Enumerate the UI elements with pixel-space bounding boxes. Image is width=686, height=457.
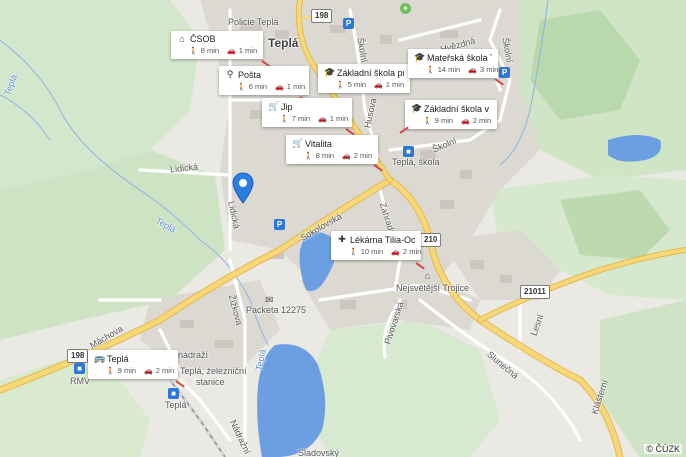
post-office-icon: ⚲	[226, 69, 234, 79]
walk-time: 9 min	[434, 116, 454, 125]
poi-card-title: Pošta	[238, 69, 262, 80]
car-icon: 🚗	[391, 248, 400, 256]
walk-time: 9 min	[117, 366, 137, 375]
walk-icon: 🚶	[237, 83, 246, 91]
bus-stop-icon[interactable]: ■	[403, 146, 414, 157]
town-label: Teplá	[268, 36, 299, 50]
walk-time: 5 min	[347, 80, 367, 89]
label-packeta: Packeta 12275	[246, 305, 307, 315]
car-time: 1 min	[385, 80, 405, 89]
car-time: 2 min	[353, 151, 373, 160]
poi-card-title: Vitalita	[305, 138, 332, 149]
label-tepla-zeleznicni: Teplá, železniční	[180, 366, 247, 376]
car-time: 2 min	[155, 366, 175, 375]
poi-card-title: Mateřská škola T...	[427, 52, 492, 63]
walk-time: 8 min	[315, 151, 335, 160]
poi-card-title: Lékárna Tilia-Oovl	[350, 234, 415, 245]
car-icon: 🚗	[275, 83, 284, 91]
road-shield-21011: 21011	[520, 285, 550, 299]
walk-time: 14 min	[437, 65, 461, 74]
walk-time: 7 min	[291, 114, 311, 123]
label-sladovsky: Sladovský	[298, 448, 340, 457]
label-rmv: RMV	[70, 376, 90, 386]
car-icon: 🚗	[468, 66, 477, 74]
car-icon: 🚗	[227, 47, 236, 55]
label-nadrazi: nádraží	[178, 350, 209, 360]
walk-icon: 🚶	[106, 367, 115, 375]
car-icon: 🚗	[374, 81, 383, 89]
walk-icon: 🚶	[349, 248, 358, 256]
pharmacy-icon: ✚	[338, 234, 346, 244]
car-time: 2 min	[402, 247, 422, 256]
parking-icon-3[interactable]: P	[499, 67, 510, 78]
label-policie: Policie Teplá	[228, 17, 279, 27]
car-icon: 🚗	[318, 115, 327, 123]
sports-icon[interactable]: ✦	[400, 3, 411, 14]
walk-time: 6 min	[248, 82, 268, 91]
poi-card-zakladni-skola-v[interactable]: 🎓Základní škola v ... 🚶9 min 🚗2 min	[405, 100, 497, 129]
poi-card-vitalita[interactable]: 🛒 Vitalita 🚶 8 min 🚗 2 min	[286, 135, 378, 164]
poi-card-title: Základní škola v ...	[424, 103, 491, 114]
label-tepla-skola: Teplá, škola	[392, 157, 440, 167]
location-pin-icon[interactable]	[232, 172, 254, 204]
poi-card-posta[interactable]: ⚲ Pošta 🚶 6 min 🚗 1 min	[219, 66, 309, 95]
cart-icon: 🛒	[268, 101, 280, 111]
school-icon: 🎓	[411, 103, 423, 113]
poi-card-title: Základní škola pr...	[337, 67, 404, 78]
bus-icon: 🚌	[94, 353, 106, 363]
car-time: 2 min	[472, 116, 492, 125]
poi-card-title: Teplá	[107, 353, 129, 364]
car-time: 3 min	[479, 65, 499, 74]
bus-stop-icon-2[interactable]: ■	[74, 363, 85, 374]
label-tepla-bus: Teplá	[165, 400, 187, 410]
bank-icon: ⌂	[179, 34, 185, 44]
poi-card-jip[interactable]: 🛒 Jip 🚶 7 min 🚗 1 min	[262, 98, 352, 127]
walk-time: 8 min	[200, 46, 220, 55]
car-time: 1 min	[238, 46, 258, 55]
school-icon: 🎓	[414, 52, 426, 62]
copyright-notice: © ČÚZK	[644, 444, 682, 454]
walk-icon: 🚶	[423, 117, 432, 125]
road-shield-210: 210	[420, 233, 442, 247]
bus-stop-icon-3[interactable]: ■	[168, 388, 179, 399]
school-icon: 🎓	[324, 67, 336, 77]
walk-icon: 🚶	[426, 66, 435, 74]
parking-icon-2[interactable]: P	[274, 219, 285, 230]
walk-icon: 🚶	[336, 81, 345, 89]
poi-card-title: Jip	[281, 101, 293, 112]
church-icon[interactable]: ⌂	[422, 271, 433, 282]
label-nejsvetejsi: Nejsvětější Trojice	[396, 283, 470, 293]
poi-card-csob[interactable]: ⌂ ČSOB 🚶 8 min 🚗 1 min	[171, 31, 263, 59]
poi-card-bus-tepla[interactable]: 🚌 Teplá 🚶 9 min 🚗 2 min	[88, 350, 178, 379]
car-icon: 🚗	[342, 152, 351, 160]
poi-card-zakladni-skola-pr[interactable]: 🎓Základní škola pr... 🚶5 min 🚗1 min	[318, 64, 410, 93]
car-icon: 🚗	[461, 117, 470, 125]
label-stanice: stanice	[196, 377, 225, 387]
poi-card-lekarna[interactable]: ✚ Lékárna Tilia-Oovl 🚶10 min 🚗2 min	[331, 231, 421, 260]
post-icon[interactable]: ✉	[264, 295, 275, 306]
walk-icon: 🚶	[189, 47, 198, 55]
car-time: 1 min	[329, 114, 349, 123]
walk-time: 10 min	[360, 247, 384, 256]
cart-icon: 🛒	[292, 138, 304, 148]
poi-card-title: ČSOB	[190, 34, 216, 44]
walk-icon: 🚶	[280, 115, 289, 123]
car-icon: 🚗	[144, 367, 153, 375]
road-shield-198-left: 198	[67, 349, 89, 363]
road-shield-198-top: 198	[311, 9, 333, 23]
car-time: 1 min	[286, 82, 306, 91]
walk-icon: 🚶	[304, 152, 313, 160]
parking-icon[interactable]: P	[343, 18, 354, 29]
poi-card-materska-skola[interactable]: 🎓Mateřská škola T... 🚶14 min 🚗3 min	[408, 49, 498, 78]
